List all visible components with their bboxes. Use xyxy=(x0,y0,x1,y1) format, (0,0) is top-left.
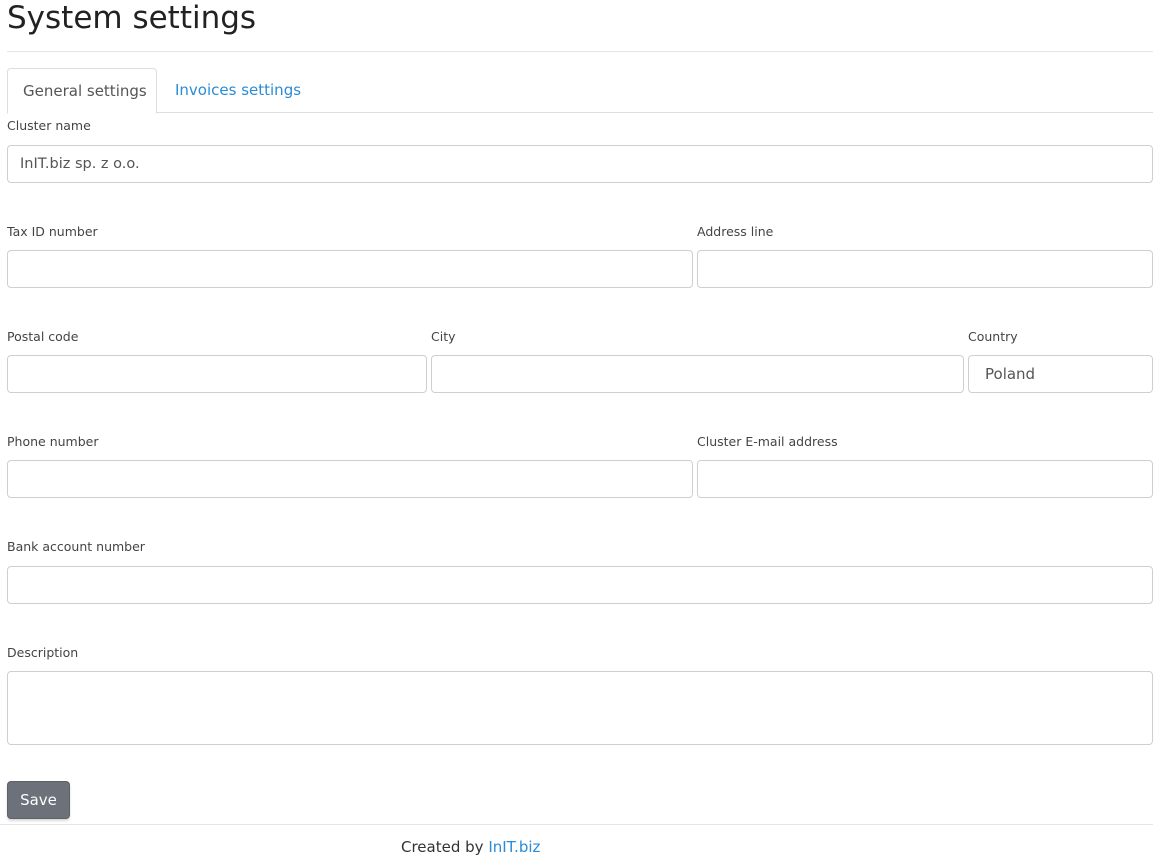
address-line-label: Address line xyxy=(697,224,774,239)
footer-divider xyxy=(0,824,1153,825)
settings-page: System settings General settings Invoice… xyxy=(0,0,1153,866)
address-line-input[interactable] xyxy=(697,250,1153,288)
description-textarea[interactable] xyxy=(7,671,1153,745)
cluster-name-label: Cluster name xyxy=(7,118,91,133)
footer-prefix: Created by xyxy=(401,838,484,856)
tax-id-label: Tax ID number xyxy=(7,224,98,239)
settings-tabs: General settings Invoices settings xyxy=(7,68,1153,114)
bank-account-input[interactable] xyxy=(7,566,1153,604)
tax-id-input[interactable] xyxy=(7,250,693,288)
footer: Created by InIT.biz xyxy=(401,838,540,856)
page-title: System settings xyxy=(7,0,257,36)
title-divider xyxy=(7,51,1153,52)
phone-number-input[interactable] xyxy=(7,460,693,498)
tab-invoices-settings[interactable]: Invoices settings xyxy=(160,68,316,113)
cluster-email-label: Cluster E-mail address xyxy=(697,434,838,449)
city-label: City xyxy=(431,329,456,344)
cluster-name-input[interactable] xyxy=(7,145,1153,183)
bank-account-label: Bank account number xyxy=(7,539,145,554)
description-label: Description xyxy=(7,645,79,660)
city-input[interactable] xyxy=(431,355,964,393)
country-selected-value: Poland xyxy=(985,365,1036,383)
country-label: Country xyxy=(968,329,1018,344)
country-select[interactable]: Poland xyxy=(968,355,1153,393)
postal-code-input[interactable] xyxy=(7,355,427,393)
postal-code-label: Postal code xyxy=(7,329,79,344)
save-button[interactable]: Save xyxy=(7,781,70,819)
footer-link[interactable]: InIT.biz xyxy=(488,838,540,856)
tab-general-settings[interactable]: General settings xyxy=(7,68,157,114)
phone-number-label: Phone number xyxy=(7,434,99,449)
cluster-email-input[interactable] xyxy=(697,460,1153,498)
